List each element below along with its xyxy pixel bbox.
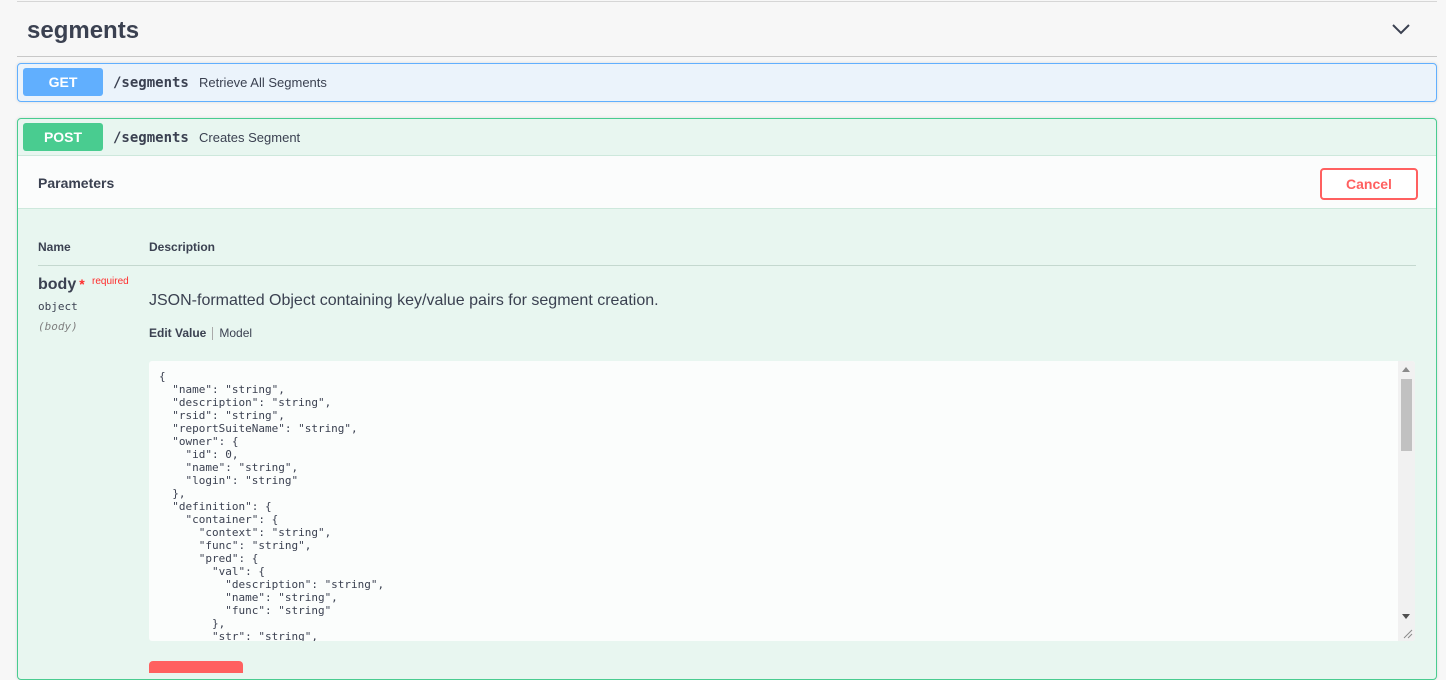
method-badge-get: GET (23, 68, 103, 96)
editor-scrollbar[interactable] (1398, 361, 1415, 641)
operation-path: /segments (113, 75, 189, 91)
parameters-title: Parameters (38, 175, 115, 191)
tag-title: segments (27, 17, 140, 44)
cancel-button[interactable]: Cancel (1320, 168, 1418, 200)
column-header-description: Description (149, 240, 216, 254)
tab-model[interactable]: Model (219, 326, 252, 340)
chevron-down-icon[interactable] (1391, 22, 1411, 36)
required-star: * (79, 276, 85, 292)
execute-button[interactable] (149, 661, 243, 673)
param-type: object (38, 300, 78, 313)
operation-summary: Retrieve All Segments (199, 75, 327, 90)
scroll-down-arrow-icon[interactable] (1402, 614, 1410, 619)
column-header-name: Name (38, 240, 71, 254)
param-description: JSON-formatted Object containing key/val… (149, 292, 659, 309)
scroll-up-arrow-icon[interactable] (1402, 367, 1410, 372)
operation-summary: Creates Segment (199, 130, 301, 145)
scroll-thumb[interactable] (1401, 379, 1412, 451)
operation-get-segments[interactable]: GET /segments Retrieve All Segments (17, 63, 1437, 102)
operation-post-segments[interactable]: POST /segments Creates Segment Parameter… (17, 118, 1437, 680)
param-location: (body) (38, 320, 78, 333)
required-label: required (92, 276, 129, 287)
tag-header-segments[interactable]: segments (17, 2, 1437, 57)
param-name-label: body (38, 276, 77, 293)
body-value-textarea[interactable]: { "name": "string", "description": "stri… (149, 361, 1415, 641)
parameters-header: Parameters Cancel (18, 155, 1436, 209)
method-badge-post: POST (23, 123, 103, 151)
resize-grip-icon[interactable] (1403, 629, 1413, 639)
operation-path: /segments (113, 130, 189, 146)
body-value-text[interactable]: { "name": "string", "description": "stri… (159, 370, 384, 641)
value-tabs: Edit Value Model (149, 326, 252, 340)
tab-separator (212, 326, 214, 340)
param-name: body * (38, 276, 85, 294)
header-divider (38, 265, 1416, 266)
tab-edit-value[interactable]: Edit Value (149, 326, 206, 340)
